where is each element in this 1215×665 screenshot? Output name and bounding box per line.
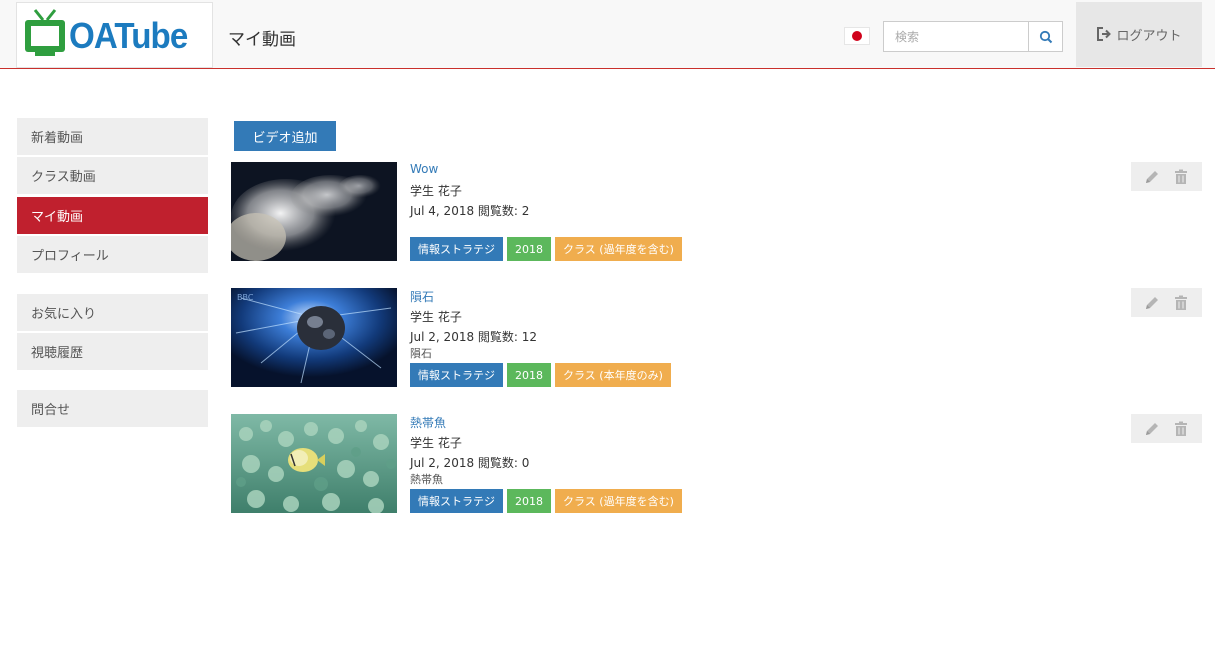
tag-subject[interactable]: 情報ストラテジ bbox=[410, 237, 503, 261]
sidebar-item-favorites[interactable]: お気に入り bbox=[17, 294, 208, 331]
tag-class[interactable]: クラス (過年度を含む) bbox=[555, 237, 682, 261]
video-item: 熱帯魚 学生 花子 Jul 2, 2018 閲覧数: 0 熱帯魚 情報ストラテジ… bbox=[231, 414, 1202, 514]
logout-icon bbox=[1097, 26, 1112, 41]
page-title: マイ動画 bbox=[228, 30, 296, 50]
tag-year[interactable]: 2018 bbox=[507, 237, 551, 261]
edit-button[interactable] bbox=[1144, 295, 1160, 311]
delete-button[interactable] bbox=[1173, 169, 1189, 185]
video-actions bbox=[1131, 162, 1202, 191]
video-tags: 情報ストラテジ 2018 クラス (過年度を含む) bbox=[410, 489, 682, 513]
trash-icon bbox=[1175, 169, 1188, 184]
tv-icon bbox=[25, 9, 65, 56]
svg-text:BBC: BBC bbox=[237, 293, 254, 302]
sidebar-item-label: クラス動画 bbox=[31, 170, 96, 185]
sidebar-item-new-videos[interactable]: 新着動画 bbox=[17, 118, 208, 155]
video-thumbnail[interactable]: BBC bbox=[231, 288, 397, 387]
sidebar-item-profile[interactable]: プロフィール bbox=[17, 236, 208, 273]
header: OATube マイ動画 ログアウト bbox=[0, 0, 1215, 69]
search-button[interactable] bbox=[1028, 22, 1062, 51]
sidebar-item-label: 問合せ bbox=[31, 403, 71, 418]
logo[interactable]: OATube bbox=[16, 2, 213, 68]
sidebar-item-label: プロフィール bbox=[31, 249, 109, 264]
tag-year[interactable]: 2018 bbox=[507, 363, 551, 387]
pencil-icon bbox=[1145, 170, 1158, 183]
video-actions bbox=[1131, 414, 1202, 443]
sidebar-item-label: マイ動画 bbox=[31, 210, 84, 225]
video-description: 熱帯魚 bbox=[410, 473, 443, 486]
video-author: 学生 花子 bbox=[410, 184, 462, 198]
delete-button[interactable] bbox=[1173, 421, 1189, 437]
video-item: BBC 隕石 学生 花子 Jul 2, 2018 閲覧数: 12 隕石 情報スト… bbox=[231, 288, 1202, 388]
search-box bbox=[883, 21, 1063, 52]
edit-button[interactable] bbox=[1144, 169, 1160, 185]
sidebar-item-label: お気に入り bbox=[31, 307, 97, 322]
tag-year[interactable]: 2018 bbox=[507, 489, 551, 513]
tag-class[interactable]: クラス (過年度を含む) bbox=[555, 489, 682, 513]
video-item: Wow 学生 花子 Jul 4, 2018 閲覧数: 2 情報ストラテジ 201… bbox=[231, 162, 1202, 262]
sidebar-item-label: 視聴履歴 bbox=[31, 346, 84, 361]
pencil-icon bbox=[1145, 422, 1158, 435]
sidebar-item-history[interactable]: 視聴履歴 bbox=[17, 333, 208, 370]
logout-button[interactable]: ログアウト bbox=[1076, 2, 1202, 67]
pencil-icon bbox=[1145, 296, 1158, 309]
video-title[interactable]: 熱帯魚 bbox=[410, 414, 446, 431]
video-author: 学生 花子 bbox=[410, 436, 462, 450]
video-author: 学生 花子 bbox=[410, 310, 462, 324]
video-description: 隕石 bbox=[410, 347, 432, 360]
logout-label: ログアウト bbox=[1116, 29, 1182, 44]
trash-icon bbox=[1175, 295, 1188, 310]
video-meta: Jul 2, 2018 閲覧数: 0 bbox=[410, 456, 530, 470]
sidebar-item-label: 新着動画 bbox=[31, 131, 84, 146]
tag-subject[interactable]: 情報ストラテジ bbox=[410, 363, 503, 387]
video-title[interactable]: 隕石 bbox=[410, 288, 434, 305]
video-thumbnail[interactable] bbox=[231, 162, 397, 261]
video-actions bbox=[1131, 288, 1202, 317]
japan-flag-icon[interactable] bbox=[844, 27, 870, 45]
sidebar-item-class-videos[interactable]: クラス動画 bbox=[17, 157, 208, 194]
video-thumbnail[interactable] bbox=[231, 414, 397, 513]
tag-class[interactable]: クラス (本年度のみ) bbox=[555, 363, 671, 387]
video-tags: 情報ストラテジ 2018 クラス (過年度を含む) bbox=[410, 237, 682, 261]
search-input[interactable] bbox=[884, 22, 1028, 51]
video-tags: 情報ストラテジ 2018 クラス (本年度のみ) bbox=[410, 363, 671, 387]
logo-text: OATube bbox=[69, 15, 188, 56]
delete-button[interactable] bbox=[1173, 295, 1189, 311]
add-video-button[interactable]: ビデオ追加 bbox=[234, 121, 336, 151]
sidebar-item-my-videos[interactable]: マイ動画 bbox=[17, 197, 208, 234]
sidebar-item-contact[interactable]: 問合せ bbox=[17, 390, 208, 427]
video-title[interactable]: Wow bbox=[410, 162, 438, 176]
video-meta: Jul 2, 2018 閲覧数: 12 bbox=[410, 330, 538, 344]
edit-button[interactable] bbox=[1144, 421, 1160, 437]
video-meta: Jul 4, 2018 閲覧数: 2 bbox=[410, 204, 530, 218]
search-icon bbox=[1039, 30, 1052, 43]
tag-subject[interactable]: 情報ストラテジ bbox=[410, 489, 503, 513]
trash-icon bbox=[1175, 421, 1188, 436]
